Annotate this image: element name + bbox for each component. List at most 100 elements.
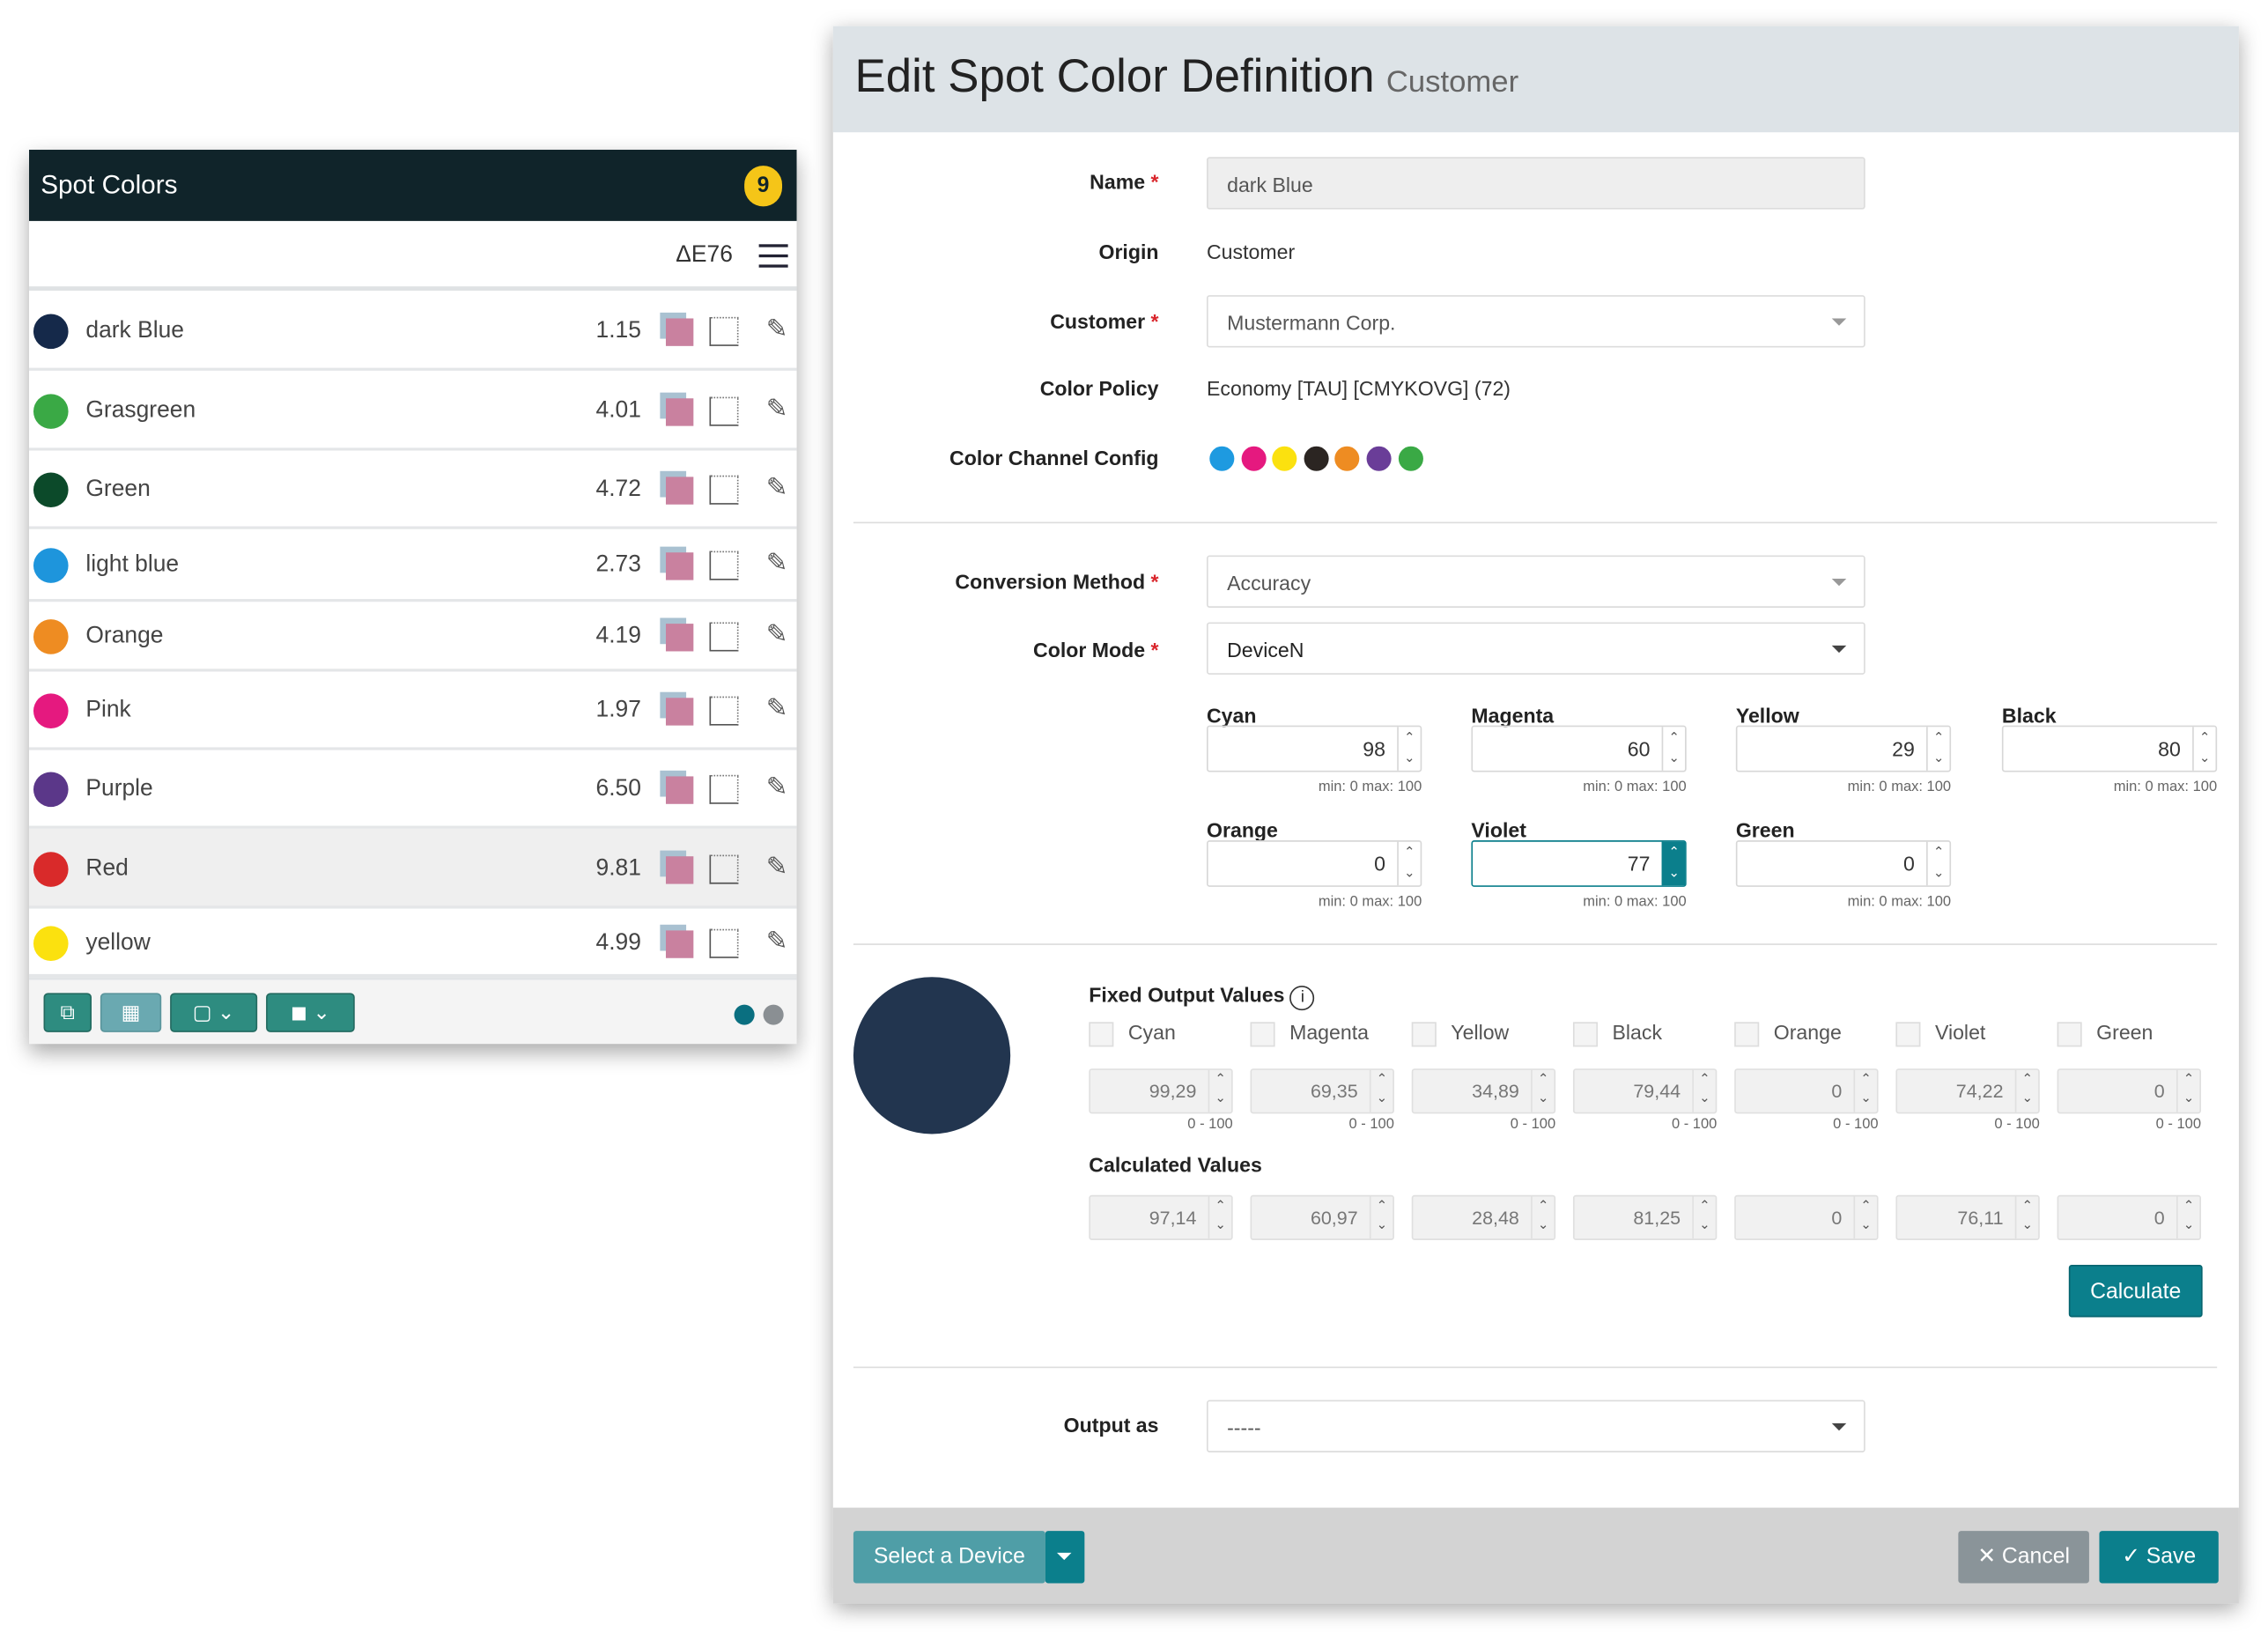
- shape-dropdown-button[interactable]: ◼ ⌄: [266, 993, 355, 1032]
- channel-input[interactable]: 29 ⌃ ⌄: [1735, 725, 1952, 772]
- edit-paint-icon[interactable]: ✎: [766, 926, 788, 957]
- cancel-button[interactable]: ✕ Cancel: [1958, 1531, 2089, 1584]
- calculated-value-input[interactable]: 81,25 ⌃ ⌄: [1572, 1194, 1718, 1240]
- grid-button[interactable]: ▦: [100, 993, 162, 1032]
- compare-swatch-icon[interactable]: [660, 546, 694, 580]
- spinner[interactable]: ⌃ ⌄: [1853, 1069, 1877, 1112]
- checkbox[interactable]: [1734, 1022, 1760, 1047]
- edit-paint-icon[interactable]: ✎: [766, 772, 788, 802]
- page-dot-2[interactable]: [763, 1004, 784, 1025]
- menu-icon[interactable]: [758, 244, 788, 268]
- page-dot-1[interactable]: [734, 1004, 755, 1025]
- spot-color-row[interactable]: yellow 4.99 ✎: [29, 908, 797, 978]
- calculated-value-input[interactable]: 0 ⌃ ⌄: [1734, 1194, 1879, 1240]
- spinner[interactable]: ⌃ ⌄: [1692, 1069, 1715, 1112]
- name-input[interactable]: dark Blue: [1206, 157, 1865, 210]
- measure-icon[interactable]: [709, 696, 739, 726]
- fixed-value-input[interactable]: 0 ⌃ ⌄: [2057, 1068, 2202, 1114]
- spinner[interactable]: ⌃ ⌄: [1692, 1196, 1715, 1239]
- spinner[interactable]: ⌃ ⌄: [1661, 841, 1686, 886]
- calculate-button[interactable]: Calculate: [2068, 1265, 2203, 1318]
- compare-swatch-icon[interactable]: [660, 312, 694, 346]
- calculated-value-input[interactable]: 76,11 ⌃ ⌄: [1895, 1194, 2040, 1240]
- measure-icon[interactable]: [709, 774, 739, 804]
- select-device-dropdown[interactable]: [1045, 1531, 1085, 1584]
- fixed-checkbox-violet[interactable]: Violet: [1895, 1021, 1985, 1047]
- compare-swatch-icon[interactable]: [660, 923, 694, 957]
- fixed-value-input[interactable]: 74,22 ⌃ ⌄: [1895, 1068, 2040, 1114]
- spinner[interactable]: ⌃ ⌄: [1661, 727, 1685, 771]
- conversion-method-select[interactable]: Accuracy: [1206, 555, 1865, 608]
- measure-icon[interactable]: [709, 853, 739, 883]
- compare-swatch-icon[interactable]: [660, 391, 694, 425]
- checkbox[interactable]: [1895, 1022, 1921, 1047]
- compare-swatch-icon[interactable]: [660, 691, 694, 726]
- edit-paint-icon[interactable]: ✎: [766, 393, 788, 424]
- spinner[interactable]: ⌃ ⌄: [1926, 727, 1949, 771]
- spinner[interactable]: ⌃ ⌄: [2176, 1069, 2199, 1112]
- edit-paint-icon[interactable]: ✎: [766, 619, 788, 650]
- spot-color-row[interactable]: Grasgreen 4.01 ✎: [29, 370, 797, 451]
- save-button[interactable]: ✓ Save: [2099, 1531, 2219, 1584]
- checkbox[interactable]: [1250, 1022, 1275, 1047]
- fixed-checkbox-black[interactable]: Black: [1572, 1021, 1662, 1047]
- compare-swatch-icon[interactable]: [660, 770, 694, 804]
- fixed-value-input[interactable]: 99,29 ⌃ ⌄: [1089, 1068, 1233, 1114]
- spot-color-row[interactable]: Green 4.72 ✎: [29, 450, 797, 529]
- spinner[interactable]: ⌃ ⌄: [1531, 1196, 1554, 1239]
- measure-icon[interactable]: [709, 550, 739, 580]
- select-device-button[interactable]: Select a Device: [853, 1531, 1045, 1584]
- measure-icon[interactable]: [709, 622, 739, 652]
- spot-color-row[interactable]: Purple 6.50 ✎: [29, 750, 797, 829]
- spot-color-row[interactable]: Red 9.81 ✎: [29, 828, 797, 909]
- spinner[interactable]: ⌃ ⌄: [1926, 841, 1949, 886]
- measure-icon[interactable]: [709, 475, 739, 505]
- info-icon[interactable]: i: [1289, 986, 1315, 1011]
- channel-input[interactable]: 0 ⌃ ⌄: [1735, 840, 1952, 887]
- calculated-value-input[interactable]: 97,14 ⌃ ⌄: [1089, 1194, 1233, 1240]
- fixed-value-input[interactable]: 34,89 ⌃ ⌄: [1411, 1068, 1556, 1114]
- edit-paint-icon[interactable]: ✎: [766, 472, 788, 503]
- spot-color-row[interactable]: Orange 4.19 ✎: [29, 602, 797, 672]
- channel-input[interactable]: 60 ⌃ ⌄: [1471, 725, 1687, 772]
- compare-swatch-icon[interactable]: [660, 617, 694, 652]
- channel-input[interactable]: 98 ⌃ ⌄: [1206, 725, 1422, 772]
- edit-paint-icon[interactable]: ✎: [766, 314, 788, 344]
- spot-color-row[interactable]: Pink 1.97 ✎: [29, 671, 797, 750]
- edit-paint-icon[interactable]: ✎: [766, 548, 788, 579]
- fixed-checkbox-cyan[interactable]: Cyan: [1089, 1021, 1176, 1047]
- channel-input[interactable]: 77 ⌃ ⌄: [1471, 840, 1687, 887]
- channel-input[interactable]: 0 ⌃ ⌄: [1206, 840, 1422, 887]
- fixed-checkbox-green[interactable]: Green: [2057, 1021, 2153, 1047]
- spinner[interactable]: ⌃ ⌄: [1397, 727, 1420, 771]
- checkbox[interactable]: [2057, 1022, 2082, 1047]
- spot-color-row[interactable]: light blue 2.73 ✎: [29, 528, 797, 602]
- spinner[interactable]: ⌃ ⌄: [1208, 1069, 1231, 1112]
- spinner[interactable]: ⌃ ⌄: [2176, 1196, 2199, 1239]
- channel-input[interactable]: 80 ⌃ ⌄: [2001, 725, 2218, 772]
- calculated-value-input[interactable]: 0 ⌃ ⌄: [2057, 1194, 2202, 1240]
- checkbox[interactable]: [1572, 1022, 1599, 1047]
- fixed-checkbox-magenta[interactable]: Magenta: [1250, 1021, 1369, 1047]
- edit-color-button[interactable]: ⧉: [43, 993, 92, 1032]
- edit-paint-icon[interactable]: ✎: [766, 851, 788, 882]
- spinner[interactable]: ⌃ ⌄: [2014, 1069, 2038, 1112]
- checkbox[interactable]: [1411, 1022, 1437, 1047]
- measure-icon[interactable]: [709, 395, 739, 425]
- compare-swatch-icon[interactable]: [660, 470, 694, 505]
- checkbox[interactable]: [1089, 1022, 1114, 1047]
- metric-label[interactable]: ΔE76: [676, 243, 733, 270]
- calculated-value-input[interactable]: 28,48 ⌃ ⌄: [1411, 1194, 1556, 1240]
- fixed-value-input[interactable]: 0 ⌃ ⌄: [1734, 1068, 1879, 1114]
- spinner[interactable]: ⌃ ⌄: [2192, 727, 2215, 771]
- spinner[interactable]: ⌃ ⌄: [1369, 1069, 1393, 1112]
- calculated-value-input[interactable]: 60,97 ⌃ ⌄: [1250, 1194, 1394, 1240]
- fixed-checkbox-orange[interactable]: Orange: [1734, 1021, 1842, 1047]
- spinner[interactable]: ⌃ ⌄: [1853, 1196, 1877, 1239]
- spinner[interactable]: ⌃ ⌄: [1208, 1196, 1231, 1239]
- customer-select[interactable]: Mustermann Corp.: [1206, 295, 1865, 348]
- fixed-value-input[interactable]: 79,44 ⌃ ⌄: [1572, 1068, 1718, 1114]
- fixed-value-input[interactable]: 69,35 ⌃ ⌄: [1250, 1068, 1394, 1114]
- fixed-checkbox-yellow[interactable]: Yellow: [1411, 1021, 1509, 1047]
- spinner[interactable]: ⌃ ⌄: [2014, 1196, 2038, 1239]
